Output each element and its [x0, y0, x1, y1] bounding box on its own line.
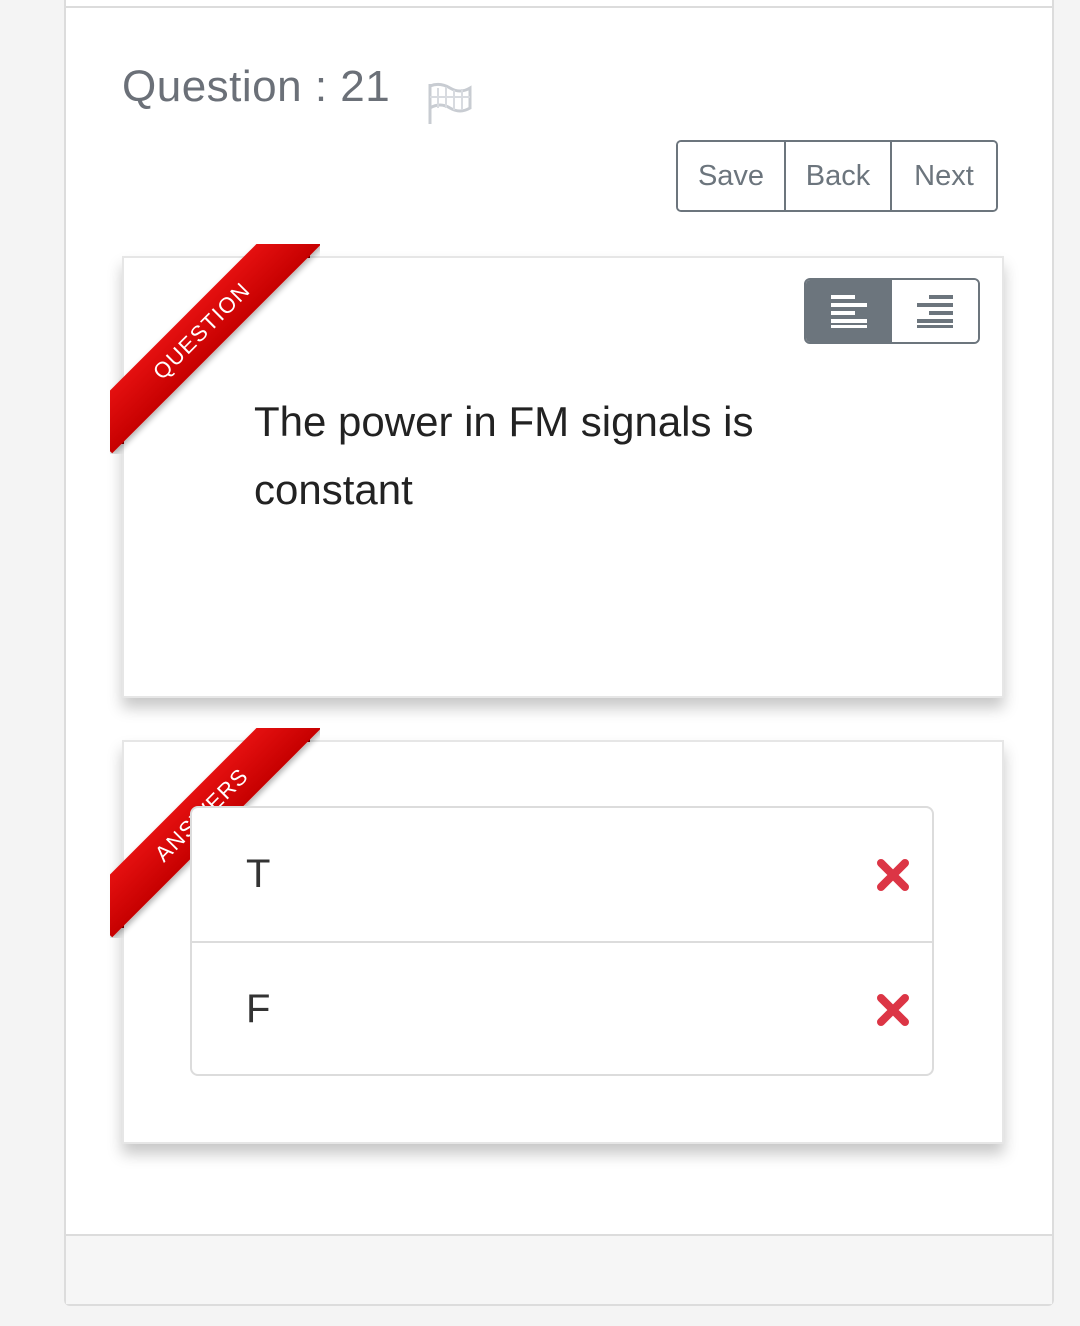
answers-card: ANSWERS T F [110, 728, 1004, 1144]
question-text: The power in FM signals is constant [254, 398, 754, 513]
answer-option-f[interactable]: F [192, 941, 932, 1074]
cross-icon [877, 859, 909, 891]
question-title: Question : 21 [122, 62, 391, 111]
panel-divider [66, 6, 1052, 8]
answer-list: T F [190, 806, 934, 1076]
flag-icon[interactable] [426, 82, 474, 126]
back-button[interactable]: Back [784, 142, 890, 210]
align-left-button[interactable] [806, 280, 892, 342]
align-right-icon [917, 295, 953, 328]
question-card: QUESTION The power in FM signals is cons… [110, 244, 1004, 698]
quiz-panel: Question : 21 Save Back Next QUESTION Th… [64, 0, 1054, 1306]
answer-label: T [246, 852, 271, 896]
align-left-icon [831, 295, 867, 328]
align-right-button[interactable] [892, 280, 978, 342]
cross-icon [877, 994, 909, 1026]
panel-footer [66, 1234, 1052, 1304]
answer-option-t[interactable]: T [192, 808, 932, 941]
navigation-buttons: Save Back Next [676, 140, 998, 212]
answer-label: F [246, 987, 271, 1031]
save-button[interactable]: Save [678, 142, 784, 210]
next-button[interactable]: Next [890, 142, 996, 210]
text-align-toggle [804, 278, 980, 344]
